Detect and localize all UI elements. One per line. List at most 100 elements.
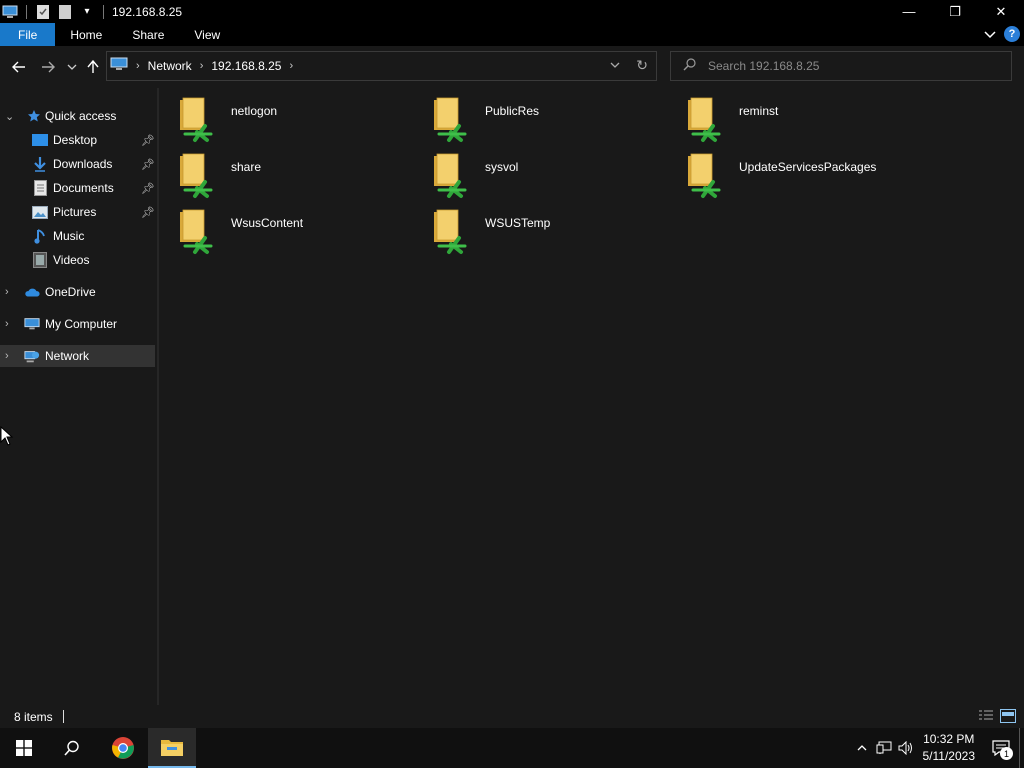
search-icon <box>683 58 696 74</box>
collapsed-chevron-icon[interactable]: › <box>5 350 17 362</box>
item-count: 8 items <box>14 709 53 724</box>
share-name: sysvol <box>485 160 519 174</box>
customize-toolbar-icon[interactable]: ▾ <box>79 4 95 20</box>
star-icon <box>26 108 42 124</box>
desktop-icon <box>32 132 48 148</box>
computer-icon <box>24 316 40 332</box>
start-button[interactable] <box>0 728 48 768</box>
sidebar-item-downloads[interactable]: Downloads 📌︎ <box>0 153 155 175</box>
clock[interactable]: 10:32 PM 5/11/2023 <box>923 731 976 765</box>
show-desktop-button[interactable] <box>1019 728 1024 768</box>
sidebar-item-pictures[interactable]: Pictures 📌︎ <box>0 201 155 223</box>
pin-icon: 📌︎ <box>141 182 155 195</box>
videos-icon <box>32 252 48 268</box>
network-share-item[interactable]: share <box>159 144 409 198</box>
forward-arrow-icon[interactable] <box>39 58 57 76</box>
shared-folder-icon <box>685 96 725 144</box>
network-status-icon[interactable] <box>873 728 895 768</box>
details-view-icon[interactable] <box>978 709 994 723</box>
tab-file[interactable]: File <box>0 23 56 46</box>
network-share-item[interactable]: WSUSTemp <box>413 200 663 254</box>
sidebar-item-desktop[interactable]: Desktop 📌︎ <box>0 129 155 151</box>
collapsed-chevron-icon[interactable]: › <box>5 286 17 298</box>
taskbar: 10:32 PM 5/11/2023 1 <box>0 728 1024 768</box>
sidebar-item-music[interactable]: Music <box>0 225 155 247</box>
notification-center-icon[interactable]: 1 <box>983 728 1019 768</box>
breadcrumb-chevron-icon[interactable]: › <box>200 60 204 72</box>
new-folder-icon[interactable] <box>57 4 73 20</box>
network-share-item[interactable]: WsusContent <box>159 200 409 254</box>
address-dropdown-icon[interactable] <box>610 59 620 71</box>
file-explorer-taskbar-icon[interactable] <box>148 728 196 768</box>
help-icon[interactable]: ? <box>1004 26 1020 42</box>
refresh-icon[interactable]: ↻ <box>636 57 648 74</box>
sidebar-item-my-computer[interactable]: › My Computer <box>0 313 155 335</box>
search-taskbar-icon[interactable] <box>48 728 96 768</box>
share-name: share <box>231 160 262 174</box>
properties-icon[interactable] <box>35 4 51 20</box>
app-computer-icon[interactable] <box>2 4 18 20</box>
tab-view[interactable]: View <box>179 23 235 46</box>
up-arrow-icon[interactable] <box>84 58 102 76</box>
back-arrow-icon[interactable] <box>10 58 28 76</box>
window-controls: — ❐ ✕ <box>886 0 1024 23</box>
shared-folder-icon <box>177 208 217 256</box>
navigation-bar: › Network › 192.168.8.25 › ↻ <box>0 46 1024 88</box>
file-explorer-window: ▾ 192.168.8.25 — ❐ ✕ File Home Share Vie… <box>0 0 1024 768</box>
tab-home[interactable]: Home <box>55 23 117 46</box>
file-list: netlogon PublicRes reminst share sysvol Updat… <box>159 88 1024 705</box>
maximize-button[interactable]: ❐ <box>932 0 978 23</box>
notification-badge: 1 <box>1000 747 1013 760</box>
ribbon-right-controls: ? <box>984 26 1020 42</box>
volume-icon[interactable] <box>895 728 917 768</box>
shared-folder-icon <box>177 96 217 144</box>
sidebar-item-videos[interactable]: Videos <box>0 249 155 271</box>
network-share-item[interactable]: PublicRes <box>413 88 663 142</box>
status-bar: 8 items <box>0 705 1024 728</box>
collapsed-chevron-icon[interactable]: › <box>5 318 17 330</box>
tab-share[interactable]: Share <box>117 23 179 46</box>
music-icon <box>32 228 48 244</box>
breadcrumb-host[interactable]: 192.168.8.25 <box>211 59 281 73</box>
address-bar[interactable]: › Network › 192.168.8.25 › ↻ <box>106 51 657 81</box>
breadcrumb-chevron-icon[interactable]: › <box>289 60 293 72</box>
cloud-icon <box>24 284 40 300</box>
nav-quick-access-label: Quick access <box>45 109 117 123</box>
network-share-item[interactable]: reminst <box>667 88 917 142</box>
chevron-down-icon[interactable] <box>984 27 996 42</box>
chrome-icon[interactable] <box>99 728 147 768</box>
chevron-up-icon[interactable] <box>851 728 873 768</box>
minimize-button[interactable]: — <box>886 0 932 23</box>
search-box[interactable] <box>670 51 1012 81</box>
network-share-item[interactable]: UpdateServicesPackages <box>667 144 917 198</box>
network-icon <box>24 348 40 364</box>
tiles-view-icon[interactable] <box>1000 709 1016 723</box>
sidebar-item-documents[interactable]: Documents 📌︎ <box>0 177 155 199</box>
sidebar-item-network[interactable]: › Network <box>0 345 155 367</box>
sidebar-item-label: Desktop <box>53 133 98 147</box>
clock-time: 10:32 PM <box>923 732 975 746</box>
expanded-chevron-icon[interactable]: ⌄ <box>5 110 17 123</box>
shared-folder-icon <box>431 208 471 256</box>
breadcrumb-network[interactable]: Network <box>148 59 192 73</box>
toolbar-separator <box>26 4 27 19</box>
quick-access-toolbar: ▾ <box>0 0 110 23</box>
sidebar-item-label: Documents <box>53 181 114 195</box>
pin-icon: 📌︎ <box>141 134 155 147</box>
sidebar-item-label: My Computer <box>45 317 118 331</box>
nav-quick-access[interactable]: ⌄ Quick access <box>0 105 155 127</box>
recent-locations-icon[interactable] <box>63 58 81 76</box>
sidebar-item-label: Network <box>45 349 90 363</box>
share-name: WSUSTemp <box>485 216 551 230</box>
share-name: PublicRes <box>485 104 540 118</box>
share-name: UpdateServicesPackages <box>739 160 877 174</box>
sidebar-item-label: Pictures <box>53 205 97 219</box>
close-button[interactable]: ✕ <box>978 0 1024 23</box>
sidebar-item-onedrive[interactable]: › OneDrive <box>0 281 155 303</box>
view-switcher <box>978 709 1016 723</box>
breadcrumb-chevron-icon[interactable]: › <box>136 60 140 72</box>
clock-date: 5/11/2023 <box>922 749 976 763</box>
network-share-item[interactable]: netlogon <box>159 88 409 142</box>
network-share-item[interactable]: sysvol <box>413 144 663 198</box>
search-input[interactable] <box>708 59 988 73</box>
